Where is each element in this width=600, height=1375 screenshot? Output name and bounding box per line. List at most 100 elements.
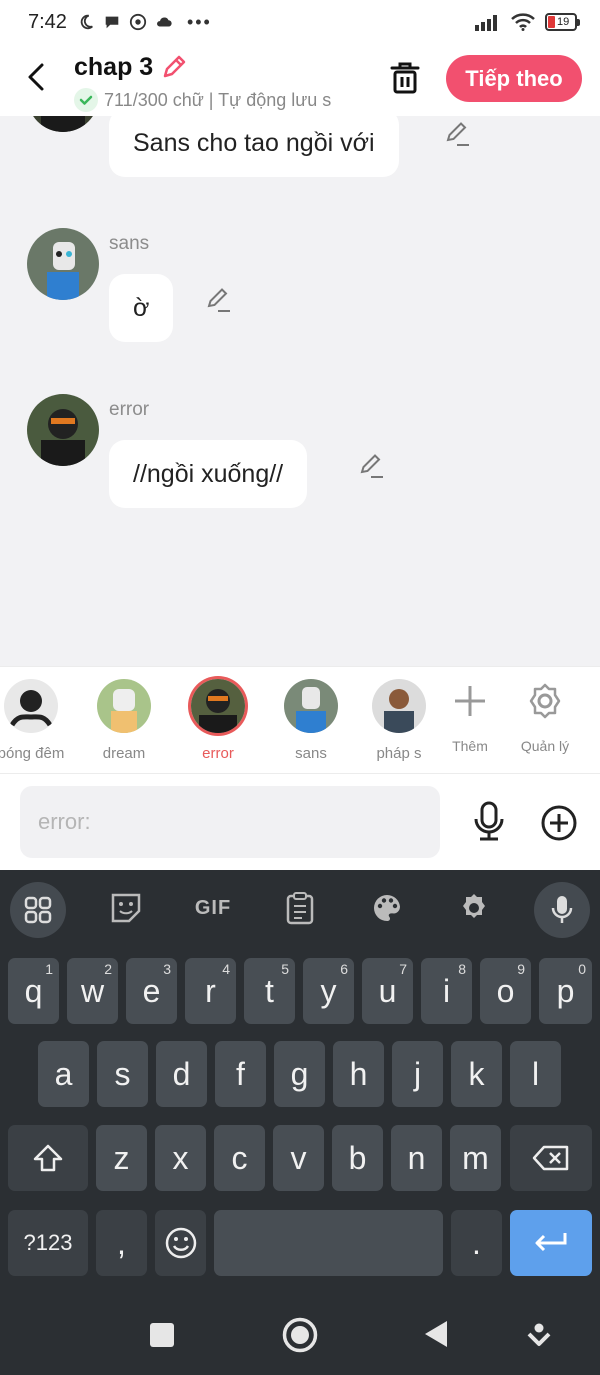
key-z[interactable]: z — [96, 1125, 147, 1191]
key-g[interactable]: g — [274, 1041, 325, 1107]
avatar-error[interactable] — [27, 394, 99, 466]
enter-icon — [535, 1233, 567, 1252]
recents-icon[interactable] — [149, 1322, 175, 1348]
apps-button[interactable] — [10, 882, 66, 938]
key-label: ?123 — [23, 1230, 73, 1255]
chat-area[interactable]: Sans cho tao ngồi với sans ờ error //ngồ… — [0, 116, 600, 666]
shift-icon — [33, 1144, 63, 1172]
add-character-button[interactable]: Thêm — [438, 681, 502, 754]
comma-key[interactable]: , — [96, 1210, 147, 1276]
key-s[interactable]: s — [97, 1041, 148, 1107]
key-hint: 7 — [399, 961, 407, 977]
key-r[interactable]: r4 — [185, 958, 236, 1024]
shift-key[interactable] — [8, 1125, 88, 1191]
manage-characters-button[interactable]: Quản lý — [513, 681, 577, 754]
edit-message-icon[interactable] — [205, 286, 233, 314]
symbols-key[interactable]: ?123 — [8, 1210, 88, 1276]
chrome-icon — [129, 13, 147, 31]
character-item[interactable]: dream — [84, 679, 164, 762]
key-hint: 0 — [578, 961, 586, 977]
character-item-active[interactable]: error — [178, 679, 258, 762]
clipboard-button[interactable] — [272, 882, 328, 934]
period-key[interactable]: . — [451, 1210, 502, 1276]
key-a[interactable]: a — [38, 1041, 89, 1107]
gif-button[interactable]: GIF — [185, 882, 241, 934]
backspace-key[interactable] — [510, 1125, 592, 1191]
chat-icon — [105, 16, 119, 29]
key-b[interactable]: b — [332, 1125, 383, 1191]
chapter-title[interactable]: chap 3 — [74, 53, 153, 82]
microphone-icon[interactable] — [470, 801, 508, 841]
character-item[interactable]: pháp s — [359, 679, 439, 762]
key-x[interactable]: x — [155, 1125, 206, 1191]
key-label: y — [320, 972, 337, 1009]
message-input[interactable] — [20, 786, 440, 858]
manage-label: Quản lý — [520, 738, 570, 754]
key-label: , — [117, 1224, 126, 1261]
key-hint: 2 — [104, 961, 112, 977]
key-label: i — [442, 972, 451, 1009]
next-button[interactable]: Tiếp theo — [446, 55, 582, 102]
key-m[interactable]: m — [450, 1125, 501, 1191]
add-label: Thêm — [452, 738, 488, 754]
key-q[interactable]: q1 — [8, 958, 59, 1024]
space-key[interactable] — [214, 1210, 443, 1276]
key-label: v — [290, 1139, 307, 1176]
key-c[interactable]: c — [214, 1125, 265, 1191]
gear-icon — [529, 683, 561, 719]
character-name: sans — [295, 745, 327, 762]
message-bubble[interactable]: ờ — [109, 274, 174, 342]
notification-icons: ••• — [77, 12, 212, 33]
key-u[interactable]: u7 — [362, 958, 413, 1024]
key-k[interactable]: k — [451, 1041, 502, 1107]
character-bar[interactable]: bóng đêm dream error sans pháp s Thêm Qu… — [0, 666, 600, 774]
key-p[interactable]: p0 — [539, 958, 592, 1024]
word-count-status: 711/300 chữ | Tự động lưu s — [104, 89, 332, 110]
edit-message-icon[interactable] — [358, 452, 386, 480]
message-bubble[interactable]: //ngồi xuống// — [109, 440, 308, 508]
character-avatar — [372, 679, 426, 733]
key-hint: 5 — [281, 961, 289, 977]
voice-input-button[interactable] — [534, 882, 590, 938]
key-label: e — [142, 972, 161, 1009]
grid-icon — [24, 896, 52, 924]
key-t[interactable]: t5 — [244, 958, 295, 1024]
back-nav-icon[interactable] — [423, 1319, 449, 1349]
signal-icon — [475, 15, 497, 31]
trash-icon[interactable] — [388, 60, 422, 96]
character-item[interactable]: bóng đêm — [0, 679, 71, 762]
key-hint: 8 — [458, 961, 466, 977]
sticker-button[interactable] — [98, 882, 154, 934]
character-name: dream — [102, 745, 146, 762]
key-l[interactable]: l — [510, 1041, 561, 1107]
key-e[interactable]: e3 — [126, 958, 177, 1024]
hide-keyboard-icon[interactable] — [527, 1322, 551, 1348]
message-text: //ngồi xuống// — [133, 459, 284, 488]
key-o[interactable]: o9 — [480, 958, 531, 1024]
avatar-error[interactable] — [27, 116, 99, 132]
key-d[interactable]: d — [156, 1041, 207, 1107]
key-n[interactable]: n — [391, 1125, 442, 1191]
home-icon[interactable] — [282, 1317, 318, 1353]
key-y[interactable]: y6 — [303, 958, 354, 1024]
theme-button[interactable] — [359, 882, 415, 934]
key-v[interactable]: v — [273, 1125, 324, 1191]
emoji-key[interactable] — [155, 1210, 206, 1276]
palette-icon — [374, 894, 400, 921]
key-h[interactable]: h — [333, 1041, 384, 1107]
edit-title-icon[interactable] — [159, 52, 189, 82]
keyboard-settings-button[interactable] — [446, 882, 502, 934]
key-i[interactable]: i8 — [421, 958, 472, 1024]
add-circle-icon[interactable] — [540, 804, 578, 842]
key-f[interactable]: f — [215, 1041, 266, 1107]
edit-message-icon[interactable] — [444, 120, 472, 148]
avatar-sans[interactable] — [27, 228, 99, 300]
message-bubble[interactable]: Sans cho tao ngồi với — [109, 116, 399, 177]
battery-icon: 19 — [545, 13, 580, 31]
back-icon[interactable] — [22, 60, 52, 94]
enter-key[interactable] — [510, 1210, 592, 1276]
character-item[interactable]: sans — [271, 679, 351, 762]
key-j[interactable]: j — [392, 1041, 443, 1107]
wifi-icon — [511, 13, 535, 31]
key-w[interactable]: w2 — [67, 958, 118, 1024]
